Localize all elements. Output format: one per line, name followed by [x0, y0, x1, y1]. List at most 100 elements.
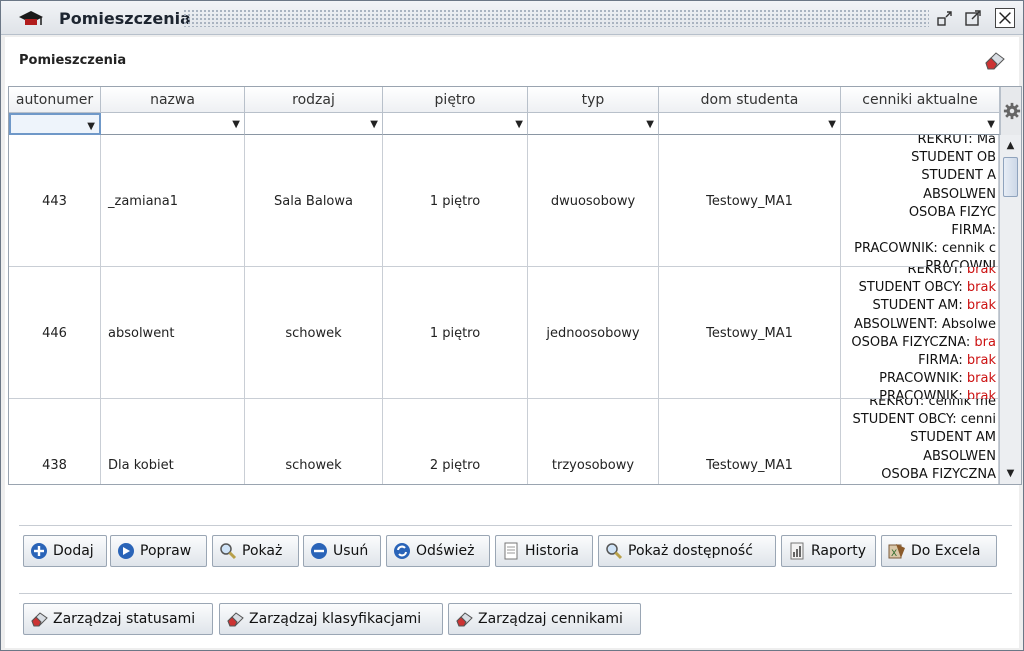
cell-autonumer: 446 — [9, 267, 101, 399]
column-header-pietro[interactable]: piętro — [383, 87, 528, 113]
button-6[interactable]: Historia — [495, 535, 593, 567]
button-2[interactable]: Popraw — [110, 535, 207, 567]
manage-button-3[interactable]: Zarządzaj cennikami — [448, 603, 641, 635]
column-header-autonumer[interactable]: autonumer — [9, 87, 101, 113]
eraser-icon — [456, 612, 473, 627]
manage-button-1[interactable]: Zarządzaj statusami — [23, 603, 213, 635]
filter-typ[interactable]: ▼ — [528, 113, 659, 135]
cell-typ: trzyosobowy — [528, 399, 659, 484]
button-label: Usuń — [333, 543, 369, 559]
cell-typ: dwuosobowy — [528, 135, 659, 267]
cell-dom: Testowy_MA1 — [659, 399, 841, 484]
table-row[interactable]: 438 Dla kobiet schowek 2 piętro trzyosobowy T… — [9, 399, 999, 484]
cell-nazwa: absolwent — [101, 267, 245, 399]
scroll-thumb[interactable] — [1003, 157, 1018, 197]
button-3[interactable]: Pokaż — [212, 535, 299, 567]
button-5[interactable]: Odśwież — [386, 535, 490, 567]
manage-button-2[interactable]: Zarządzaj klasyfikacjami — [219, 603, 443, 635]
button-7[interactable]: Pokaż dostępność — [598, 535, 776, 567]
column-header-rodzaj[interactable]: rodzaj — [245, 87, 383, 113]
plus-circle-icon — [31, 543, 47, 559]
title-bar-grip — [183, 9, 929, 27]
button-label: Zarządzaj statusami — [53, 611, 196, 627]
cell-dom: Testowy_MA1 — [659, 135, 841, 267]
price-line: ABSOLWEN — [923, 186, 996, 202]
maximize-icon[interactable] — [963, 8, 983, 28]
column-header-cenniki[interactable]: cenniki aktualne — [841, 87, 1000, 113]
filter-cenniki[interactable]: ▼ — [841, 113, 1000, 135]
column-header-dom-studenta[interactable]: dom studenta — [659, 87, 841, 113]
filter-rodzaj[interactable]: ▼ — [245, 113, 383, 135]
vertical-scrollbar[interactable]: ▲ ▼ — [999, 135, 1021, 484]
report-icon — [790, 542, 804, 560]
filter-dom-studenta[interactable]: ▼ — [659, 113, 841, 135]
chevron-down-icon: ▼ — [646, 119, 654, 130]
cell-autonumer: 443 — [9, 135, 101, 267]
button-label: Popraw — [140, 543, 192, 559]
window-title: Pomieszczenia — [59, 9, 191, 28]
column-header-nazwa[interactable]: nazwa — [101, 87, 245, 113]
restore-icon[interactable] — [935, 8, 955, 28]
cell-autonumer: 438 — [9, 399, 101, 484]
button-label: Odśwież — [416, 543, 475, 559]
cell-pietro: 1 piętro — [383, 135, 528, 267]
column-settings[interactable] — [1000, 87, 1021, 135]
magnifier-icon — [606, 543, 623, 560]
application-window: Pomieszczenia Pomieszczenia autonumer na… — [0, 0, 1024, 651]
eraser-icon[interactable] — [983, 49, 1007, 71]
button-label: Pokaż — [242, 543, 283, 559]
title-bar[interactable]: Pomieszczenia — [1, 1, 1023, 35]
magnifier-icon — [220, 543, 237, 560]
cell-cenniki: REKRUT: cennik me STUDENT OBCY: cenni STUD… — [841, 399, 999, 484]
chevron-down-icon: ▼ — [987, 119, 995, 130]
button-label: Zarządzaj cennikami — [478, 611, 623, 627]
button-label: Historia — [525, 543, 579, 559]
cell-rodzaj: schowek — [245, 399, 383, 484]
separator — [19, 525, 1012, 526]
button-label: Zarządzaj klasyfikacjami — [249, 611, 422, 627]
filter-pietro[interactable]: ▼ — [383, 113, 528, 135]
separator — [19, 593, 1012, 594]
price-line: PRACOWNIK: brak — [879, 371, 996, 387]
button-label: Dodaj — [53, 543, 94, 559]
price-line: FIRMA: brak — [918, 353, 996, 369]
minus-circle-icon — [311, 543, 327, 559]
close-icon[interactable] — [995, 8, 1015, 28]
button-4[interactable]: Usuń — [303, 535, 381, 567]
price-line: STUDENT AM: brak — [872, 298, 996, 314]
column-header-typ[interactable]: typ — [528, 87, 659, 113]
cell-rodzaj: Sala Balowa — [245, 135, 383, 267]
cell-nazwa: _zamiana1 — [101, 135, 245, 267]
price-line: FIRMA: — [951, 223, 996, 239]
price-line: STUDENT OBCY: cenni — [852, 412, 996, 428]
price-line: STUDENT AM — [910, 430, 996, 446]
table-row[interactable]: 446 absolwent schowek 1 piętro jednoosobowy T… — [9, 267, 999, 399]
excel-icon: X — [888, 544, 905, 559]
cell-rodzaj: schowek — [245, 267, 383, 399]
price-line: STUDENT OBCY: brak — [858, 280, 996, 296]
table-row[interactable]: 443 _zamiana1 Sala Balowa 1 piętro dwuosobow… — [9, 135, 999, 267]
scroll-up-icon[interactable]: ▲ — [1000, 137, 1021, 155]
scroll-down-icon[interactable]: ▼ — [1000, 465, 1021, 483]
svg-text:X: X — [891, 549, 897, 559]
chevron-down-icon: ▼ — [232, 119, 240, 130]
filter-nazwa[interactable]: ▼ — [101, 113, 245, 135]
filter-autonumer[interactable]: ▼ — [9, 113, 101, 135]
refresh-circle-icon — [394, 543, 410, 559]
price-line: OSOBA FIZYC — [908, 204, 996, 220]
price-line: REKRUT: Ma — [917, 135, 996, 147]
button-label: Raporty — [811, 543, 866, 559]
content-panel: Pomieszczenia autonumer nazwa rodzaj pię… — [5, 37, 1022, 648]
gear-icon — [1003, 102, 1021, 120]
button-8[interactable]: Raporty — [781, 535, 876, 567]
button-9[interactable]: X Do Excela — [881, 535, 997, 567]
page-title: Pomieszczenia — [19, 53, 127, 68]
arrow-circle-icon — [118, 543, 134, 559]
page-header: Pomieszczenia — [5, 37, 1019, 85]
eraser-icon — [31, 612, 48, 627]
button-1[interactable]: Dodaj — [23, 535, 107, 567]
rooms-table[interactable]: autonumer nazwa rodzaj piętro typ dom st… — [8, 86, 1022, 485]
eraser-icon — [227, 612, 244, 627]
table-body: 443 _zamiana1 Sala Balowa 1 piętro dwuosobow… — [9, 135, 999, 484]
chevron-down-icon: ▼ — [515, 119, 523, 130]
